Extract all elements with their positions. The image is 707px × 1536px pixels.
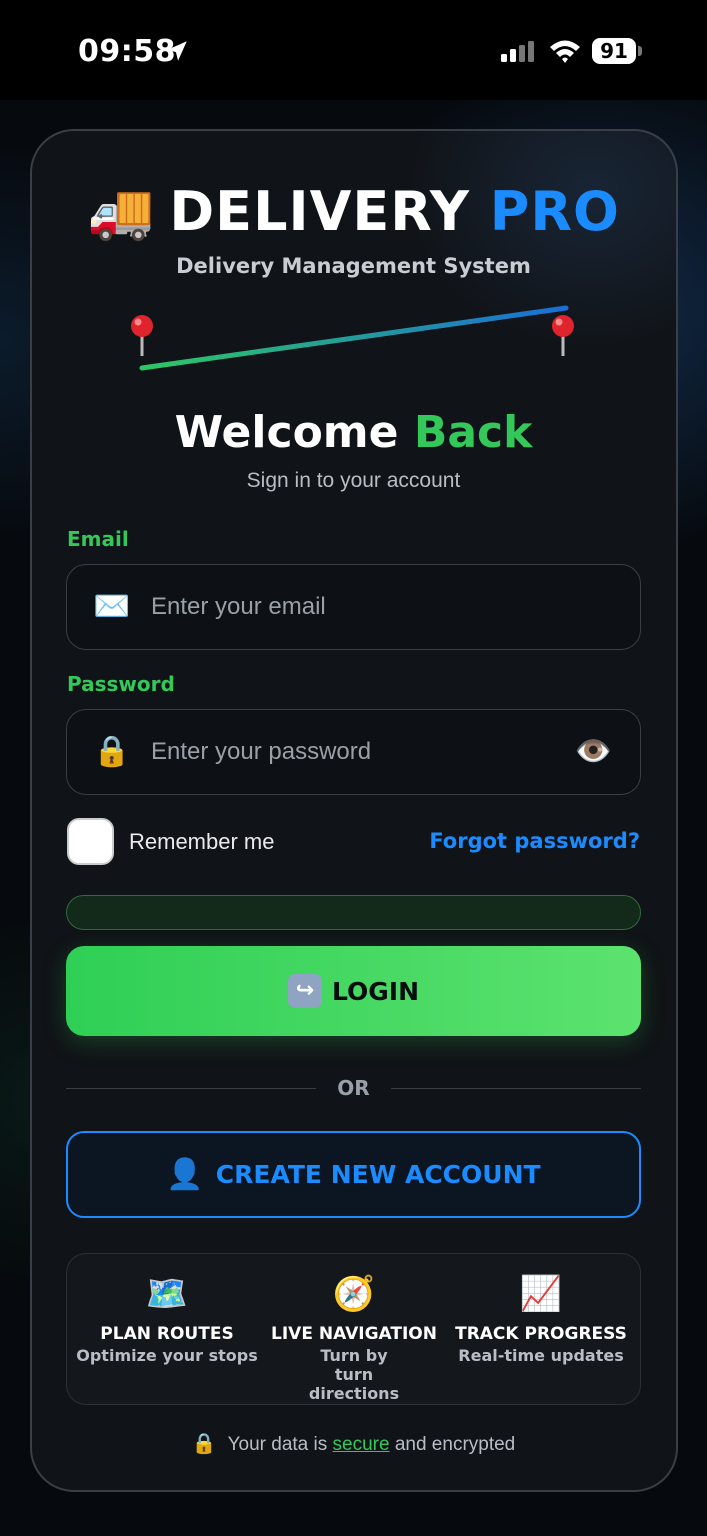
- email-field[interactable]: ✉️: [66, 564, 641, 650]
- wifi-icon: [550, 40, 580, 63]
- login-arrow-icon: ↪: [287, 974, 322, 1008]
- security-text-after: and encrypted: [394, 1434, 516, 1455]
- user-icon: 👤: [166, 1157, 204, 1192]
- security-text-before: Your data is: [227, 1434, 328, 1455]
- password-label: Password: [67, 672, 175, 696]
- remember-me-label[interactable]: Remember me: [129, 829, 274, 855]
- security-note: 🔒 Your data is secure and encrypted: [0, 1431, 707, 1456]
- create-account-label: CREATE NEW ACCOUNT: [215, 1160, 541, 1189]
- lock-icon: 🔒: [191, 1433, 217, 1455]
- map-icon: 🗺️: [145, 1275, 189, 1313]
- feature-live-navigation: 🧭 LIVE NAVIGATION Turn by turn direction…: [259, 1274, 449, 1403]
- divider-line-right: [391, 1088, 641, 1089]
- signal-icon: [501, 41, 534, 62]
- feature-track-progress: 📈 TRACK PROGRESS Real-time updates: [446, 1274, 636, 1365]
- feature-plan-routes: 🗺️ PLAN ROUTES Optimize your stops: [72, 1274, 262, 1365]
- remember-me-checkbox[interactable]: [67, 818, 114, 865]
- brand-name-accent: PRO: [489, 180, 620, 243]
- feature-title: LIVE NAVIGATION: [271, 1324, 437, 1344]
- location-arrow-icon: [167, 41, 187, 61]
- envelope-icon: ✉️: [93, 590, 131, 623]
- lock-icon: 🔒: [93, 735, 131, 768]
- welcome-title-accent: Back: [413, 407, 533, 458]
- end-pin-icon: [552, 315, 574, 356]
- start-pin-icon: [131, 315, 153, 356]
- login-button-label: LOGIN: [331, 976, 420, 1006]
- password-field[interactable]: 🔒 👁️: [66, 709, 641, 795]
- battery-icon: 91: [592, 38, 636, 64]
- brand-name-main: DELIVERY: [169, 180, 470, 243]
- brand-title: 🚚 DELIVERY PRO: [0, 180, 707, 244]
- welcome-subtitle: Sign in to your account: [246, 469, 461, 492]
- email-label: Email: [67, 527, 129, 551]
- feature-desc: Turn by turn directions: [308, 1346, 400, 1403]
- feature-desc: Real-time updates: [458, 1346, 624, 1365]
- route-illustration: [131, 305, 574, 371]
- feature-desc: Optimize your stops: [76, 1346, 258, 1365]
- status-bar: 09:58 91: [0, 0, 707, 100]
- truck-icon: 🚚: [87, 180, 156, 243]
- feature-title: TRACK PROGRESS: [455, 1324, 627, 1344]
- create-account-button[interactable]: 👤 CREATE NEW ACCOUNT: [66, 1131, 641, 1218]
- status-time: 09:58: [78, 34, 176, 69]
- email-input[interactable]: [151, 565, 571, 649]
- secure-link[interactable]: secure: [333, 1434, 390, 1455]
- login-button[interactable]: ↪ LOGIN: [66, 946, 641, 1036]
- welcome-title-main: Welcome: [174, 407, 399, 458]
- battery-nub: [638, 46, 642, 56]
- brand-subtitle: Delivery Management System: [176, 254, 531, 278]
- compass-icon: 🧭: [332, 1275, 376, 1313]
- chart-icon: 📈: [519, 1275, 563, 1313]
- login-screen: 09:58 91 🚚 DELIVERY PRO Delivery Manageme…: [0, 0, 707, 1536]
- feature-title: PLAN ROUTES: [100, 1324, 234, 1344]
- password-input[interactable]: [151, 710, 571, 794]
- eye-icon[interactable]: 👁️: [575, 734, 612, 769]
- welcome-title: Welcome Back: [0, 407, 707, 458]
- login-progress-bar: [66, 895, 641, 930]
- forgot-password-link[interactable]: Forgot password?: [429, 829, 640, 853]
- or-divider: OR: [66, 1076, 641, 1102]
- features-panel: 🗺️ PLAN ROUTES Optimize your stops 🧭 LIV…: [66, 1253, 641, 1405]
